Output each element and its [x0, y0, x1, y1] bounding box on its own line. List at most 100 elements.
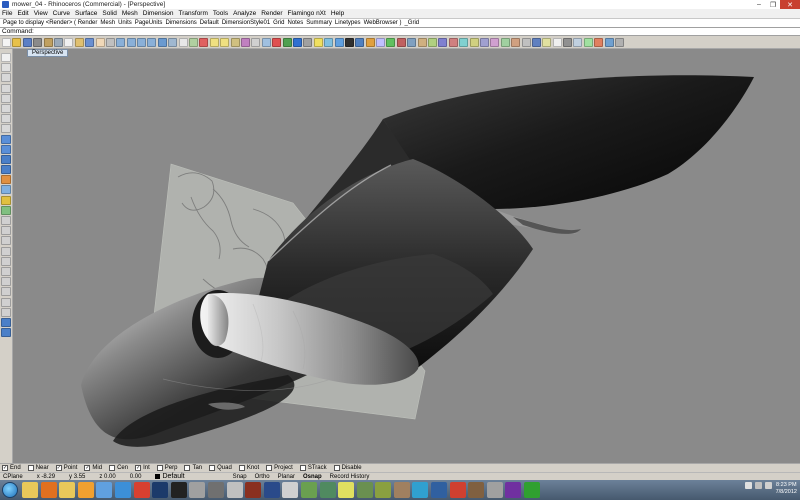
itunes-icon[interactable] [96, 482, 113, 498]
viewport-title-tab[interactable]: Perspective [27, 49, 69, 57]
select-icon[interactable] [199, 38, 209, 47]
render-tool-icon[interactable] [1, 328, 11, 338]
point-icon[interactable] [1, 63, 11, 73]
cplane-icon[interactable] [189, 38, 199, 47]
osnap-checkbox[interactable] [184, 465, 191, 471]
flamingo-icon[interactable] [594, 38, 604, 47]
analyze-tool-icon[interactable] [1, 317, 11, 327]
cut-icon[interactable] [53, 38, 63, 47]
zoom-selected-icon[interactable] [147, 38, 157, 47]
menu-edit[interactable]: Edit [17, 10, 28, 17]
light-icon[interactable] [313, 38, 323, 47]
app-icon-1[interactable] [170, 482, 187, 498]
fillet-edge-icon[interactable] [1, 195, 11, 205]
trim-tool-icon[interactable] [1, 216, 11, 225]
ellipse-icon[interactable] [1, 114, 11, 124]
app-icon-6[interactable] [263, 482, 280, 498]
four-views-icon[interactable] [178, 38, 188, 47]
mesh-icon[interactable] [1, 185, 11, 195]
menu-transform[interactable]: Transform [179, 10, 208, 17]
zoom-extents-icon[interactable] [137, 38, 147, 47]
osnap-perp[interactable]: Perp [156, 465, 177, 471]
ortho-toggle[interactable]: Ortho [255, 474, 270, 480]
command-input[interactable] [36, 28, 800, 35]
copy-icon[interactable] [64, 38, 74, 47]
curve-icon[interactable] [1, 83, 11, 93]
app-icon-17[interactable] [468, 482, 485, 498]
undo-icon[interactable] [85, 38, 95, 47]
print-icon[interactable] [33, 38, 43, 47]
app-icon-13[interactable] [393, 482, 410, 498]
current-layer[interactable]: Default [155, 473, 185, 480]
points-on-icon[interactable] [386, 38, 396, 47]
save-icon[interactable] [22, 38, 32, 47]
open-file-icon[interactable] [12, 38, 22, 47]
menu-dimension[interactable]: Dimension [143, 10, 174, 17]
snapshot-icon[interactable] [604, 38, 614, 47]
hatch-icon[interactable] [563, 38, 573, 47]
explorer-icon[interactable] [22, 482, 38, 498]
dimension-icon[interactable] [542, 38, 552, 47]
import-icon[interactable] [43, 38, 53, 47]
snap-toggle[interactable]: Snap [233, 474, 247, 480]
properties-icon[interactable] [251, 38, 261, 47]
osnap-project[interactable]: Project [266, 465, 293, 471]
tray-flag-icon[interactable] [745, 482, 752, 489]
osnap-checkbox[interactable] [299, 465, 306, 471]
paste-icon[interactable] [74, 38, 84, 47]
group-icon[interactable] [417, 38, 427, 47]
app-icon-5[interactable] [245, 482, 262, 498]
osnap-near[interactable]: Near [27, 465, 49, 471]
circle-icon[interactable] [1, 93, 11, 103]
edit-points-icon[interactable] [407, 38, 417, 47]
app-icon-2[interactable] [189, 482, 206, 498]
analyze-icon[interactable] [324, 38, 334, 47]
show-icon[interactable] [220, 38, 230, 47]
start-button[interactable] [2, 482, 18, 498]
folder-icon[interactable] [59, 482, 76, 498]
block-icon[interactable] [438, 38, 448, 47]
app-icon-12[interactable] [375, 482, 392, 498]
photoshop-icon[interactable] [152, 482, 169, 498]
cplane-label[interactable]: CPlane [3, 474, 23, 480]
menu-render[interactable]: Render [261, 10, 282, 17]
curvature-icon[interactable] [334, 38, 344, 47]
osnap-checkbox[interactable] [27, 465, 34, 471]
hide-icon[interactable] [209, 38, 219, 47]
app-icon-14[interactable] [412, 482, 429, 498]
minimize-button[interactable]: – [752, 0, 766, 9]
osnap-checkbox[interactable]: ✓ [135, 465, 142, 471]
app-icon-20[interactable] [524, 482, 541, 498]
extrude-icon[interactable] [1, 144, 11, 154]
maximize-button[interactable]: ❐ [766, 0, 780, 9]
osnap-point[interactable]: ✓ Point [55, 465, 77, 471]
trim-icon[interactable] [469, 38, 479, 47]
tray-network-icon[interactable] [755, 482, 762, 489]
osnap-int[interactable]: ✓ Int [135, 465, 150, 471]
rendered-icon[interactable] [282, 38, 292, 47]
options-icon[interactable] [615, 38, 625, 47]
offset-icon[interactable] [1, 205, 11, 215]
app-icon-15[interactable] [431, 482, 448, 498]
firefox-icon[interactable] [40, 482, 57, 498]
emap-icon[interactable] [376, 38, 386, 47]
help-icon[interactable] [531, 38, 541, 47]
select-arrow-icon[interactable] [1, 53, 11, 62]
menu-file[interactable]: File [2, 10, 12, 17]
osnap-checkbox[interactable] [333, 465, 340, 471]
check-icon[interactable] [583, 38, 593, 47]
osnap-disable[interactable]: Disable [333, 465, 362, 471]
zoom-target-icon[interactable] [157, 38, 167, 47]
menu-flamingo[interactable]: Flamingo nXt [288, 10, 326, 17]
perspective-viewport[interactable]: Perspective [13, 49, 800, 463]
chrome-icon[interactable] [133, 482, 150, 498]
text-icon[interactable] [552, 38, 562, 47]
shaded-icon[interactable] [272, 38, 282, 47]
wireframe-icon[interactable] [261, 38, 271, 47]
zebra-icon[interactable] [344, 38, 354, 47]
ie-icon[interactable] [114, 482, 131, 498]
join-icon[interactable] [459, 38, 469, 47]
history-icon[interactable] [521, 38, 531, 47]
fillet-icon[interactable] [511, 38, 521, 47]
mirror-icon[interactable] [1, 277, 11, 287]
